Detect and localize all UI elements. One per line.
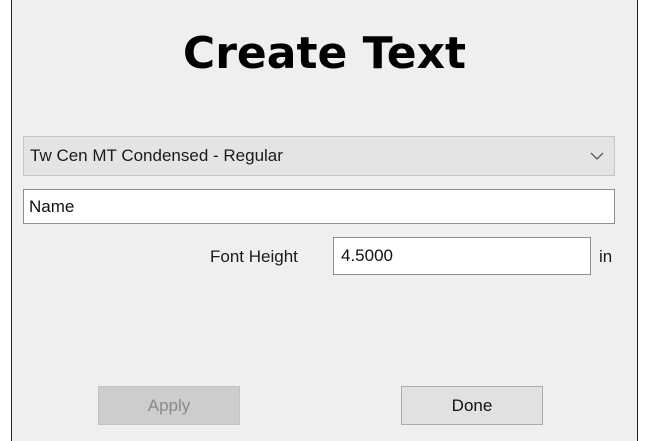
name-input[interactable] <box>23 189 615 224</box>
font-height-input[interactable] <box>333 237 591 275</box>
done-button[interactable]: Done <box>401 386 543 425</box>
create-text-dialog: Create Text Tw Cen MT Condensed - Regula… <box>11 0 638 441</box>
font-select-dropdown[interactable]: Tw Cen MT Condensed - Regular <box>23 136 615 176</box>
chevron-down-icon <box>588 147 606 165</box>
dialog-title: Create Text <box>182 28 467 79</box>
font-height-label: Font Height <box>210 247 298 266</box>
font-select-value: Tw Cen MT Condensed - Regular <box>30 146 283 165</box>
font-height-unit: in <box>599 247 613 266</box>
apply-button[interactable]: Apply <box>98 386 240 425</box>
